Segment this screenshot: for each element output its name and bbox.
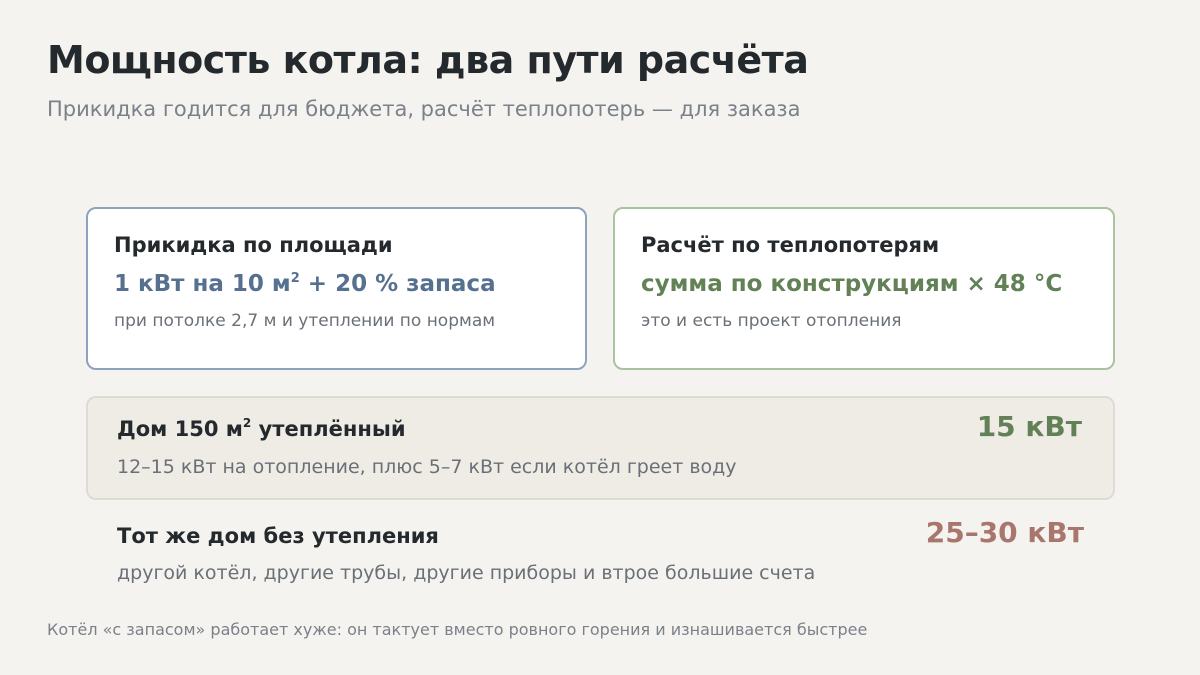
card-formula: 1 кВт на 10 м2 + 20 % запаса	[114, 271, 559, 297]
card-note: при потолке 2,7 м и утеплении по нормам	[114, 311, 496, 331]
example-note: другой котёл, другие трубы, другие прибо…	[117, 562, 816, 584]
insulated-house-example: Дом 150 м2 утеплённый 12–15 кВт на отопл…	[86, 396, 1115, 500]
page-title: Мощность котла: два пути расчёта	[47, 38, 809, 82]
footnote: Котёл «с запасом» работает хуже: он такт…	[47, 620, 868, 639]
example-title: Дом 150 м2 утеплённый	[117, 416, 406, 441]
estimate-by-area-card: Прикидка по площади 1 кВт на 10 м2 + 20 …	[86, 207, 587, 370]
example-title-text-end: утеплённый	[251, 417, 406, 441]
card-note: это и есть проект отопления	[641, 311, 902, 331]
heat-loss-calculation-card: Расчёт по теплопотерям сумма по конструк…	[613, 207, 1115, 370]
card-title: Прикидка по площади	[114, 233, 393, 257]
example-title: Тот же дом без утепления	[117, 524, 439, 548]
card-title: Расчёт по теплопотерям	[641, 233, 940, 257]
page-subtitle: Прикидка годится для бюджета, расчёт теп…	[47, 97, 801, 121]
uninsulated-house-example: Тот же дом без утепления другой котёл, д…	[86, 510, 1115, 600]
card-formula: сумма по конструкциям × 48 °C	[641, 271, 1063, 297]
formula-superscript: 2	[290, 271, 300, 286]
example-power-value: 15 кВт	[976, 410, 1082, 443]
formula-text: 1 кВт на 10 м	[114, 271, 291, 297]
example-power-value: 25–30 кВт	[925, 516, 1084, 549]
example-title-text: Дом 150 м	[117, 417, 243, 441]
example-note: 12–15 кВт на отопление, плюс 5–7 кВт есл…	[117, 456, 737, 478]
formula-text-end: + 20 % запаса	[299, 271, 496, 297]
